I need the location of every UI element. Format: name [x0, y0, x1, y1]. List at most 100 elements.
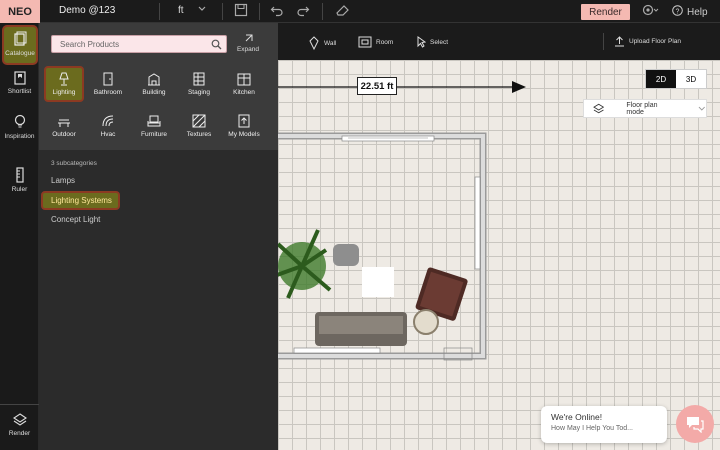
outdoor-icon	[58, 119, 70, 127]
shortlist-icon	[13, 71, 26, 85]
rail-label: Render	[8, 430, 31, 437]
help-icon: ?	[672, 5, 683, 19]
category-label: Outdoor	[52, 131, 76, 138]
lamp-icon	[59, 72, 69, 86]
subcategory-concept-light[interactable]: Concept Light	[51, 215, 100, 224]
rail-item-shortlist[interactable]: Shortlist	[0, 71, 39, 95]
measurement-label: 22.51 ft	[357, 77, 397, 95]
wall-icon	[309, 36, 319, 50]
category-textures[interactable]: Textures	[179, 110, 219, 146]
cursor-icon	[417, 36, 426, 48]
catalogue-panel: Search Products Expand Lighting Bathroom…	[39, 23, 278, 450]
view-toggle: 2D 3D	[645, 69, 707, 89]
rail-item-ruler[interactable]: Ruler	[0, 167, 39, 193]
select-tool[interactable]: Select	[416, 36, 448, 48]
category-kitchen[interactable]: Kitchen	[224, 68, 264, 104]
unit-select[interactable]: ft	[178, 5, 184, 16]
subcategory-count: 3 subcategories	[51, 160, 97, 167]
search-icon[interactable]	[211, 39, 222, 52]
chevron-down-icon[interactable]	[197, 4, 207, 16]
settings-icon[interactable]	[641, 3, 659, 19]
expand-button[interactable]: Expand	[236, 34, 260, 53]
project-name[interactable]: Demo @123	[59, 5, 115, 16]
divider	[322, 3, 323, 20]
subcategory-lamps[interactable]: Lamps	[51, 176, 75, 185]
category-label: Building	[142, 89, 166, 96]
rail-item-inspiration[interactable]: Inspiration	[0, 114, 39, 140]
wall-tool[interactable]: Wall	[308, 36, 336, 50]
expand-label: Expand	[236, 46, 260, 53]
chat-icon	[687, 417, 704, 433]
divider	[0, 404, 39, 405]
category-outdoor[interactable]: Outdoor	[44, 110, 84, 146]
catalogue-icon	[14, 31, 27, 46]
category-label: Textures	[186, 131, 212, 138]
rail-item-catalogue[interactable]: Catalogue	[2, 25, 38, 65]
category-furniture[interactable]: Furniture	[134, 110, 174, 146]
subcategory-lighting-systems[interactable]: Lighting Systems	[41, 191, 120, 210]
tool-label: Room	[376, 38, 394, 46]
render-button[interactable]: Render	[581, 4, 630, 20]
kitchen-icon	[237, 73, 251, 86]
expand-icon	[245, 34, 253, 42]
category-lighting[interactable]: Lighting	[44, 66, 84, 102]
rail-item-render[interactable]: Render	[0, 413, 39, 437]
redo-icon[interactable]	[296, 3, 312, 19]
floor-plan-mode-select[interactable]: Floor plan mode	[583, 99, 707, 118]
tool-label: Wall	[324, 39, 337, 47]
category-label: Lighting	[52, 89, 76, 96]
divider	[259, 3, 260, 20]
save-icon[interactable]	[234, 3, 250, 19]
building-icon	[148, 73, 160, 86]
chat-widget[interactable]: We're Online! How May I Help You Tod...	[541, 406, 667, 443]
category-label: My Models	[228, 131, 260, 138]
chat-subtitle: How May I Help You Tod...	[551, 425, 633, 432]
undo-icon[interactable]	[270, 3, 286, 19]
catalogue-header: Search Products Expand Lighting Bathroom…	[39, 23, 278, 150]
category-staging[interactable]: Staging	[179, 68, 219, 104]
category-label: Kitchen	[233, 89, 255, 96]
render-icon	[12, 413, 27, 426]
chat-button[interactable]	[676, 405, 714, 443]
view-3d-button[interactable]: 3D	[676, 70, 706, 88]
category-label: Bathroom	[93, 89, 123, 96]
tool-label: Upload Floor Plan	[629, 38, 682, 45]
hvac-icon	[102, 115, 114, 127]
view-2d-button[interactable]: 2D	[646, 70, 676, 88]
plant-icon	[278, 229, 332, 299]
layers-icon	[593, 103, 605, 113]
category-hvac[interactable]: Hvac	[88, 110, 128, 146]
upload-icon	[238, 114, 250, 128]
category-bathroom[interactable]: Bathroom	[88, 68, 128, 104]
eraser-icon[interactable]	[335, 3, 351, 19]
divider	[159, 3, 160, 20]
chevron-down-icon	[699, 106, 706, 111]
divider	[603, 33, 604, 50]
rail-label: Ruler	[11, 186, 28, 193]
arrow-right-icon	[512, 81, 526, 93]
tool-label: Select	[430, 38, 449, 46]
category-label: Hvac	[100, 131, 116, 138]
canvas-toolbar: Wall Room Select Upload Floor Plan	[278, 23, 720, 60]
ruler-icon	[15, 167, 24, 183]
category-building[interactable]: Building	[134, 68, 174, 104]
search-input[interactable]: Search Products	[51, 35, 227, 53]
floor-plan	[278, 81, 526, 361]
room-tool[interactable]: Room	[358, 36, 393, 48]
door-icon	[103, 72, 113, 86]
search-placeholder: Search Products	[60, 39, 120, 49]
bulb-icon	[14, 114, 25, 128]
floor-plan-canvas[interactable]	[278, 60, 720, 450]
mode-label: Floor plan mode	[626, 101, 658, 116]
chat-title: We're Online!	[551, 412, 603, 422]
category-label: Furniture	[140, 131, 167, 138]
rail-label: Shortlist	[7, 88, 32, 95]
upload-floor-plan-button[interactable]: Upload Floor Plan	[614, 36, 681, 47]
upload-icon	[615, 36, 624, 47]
top-bar: NEO Demo @123 ft Render ? Help	[0, 0, 720, 23]
help-link[interactable]: ? Help	[672, 5, 708, 19]
rail-label: Inspiration	[4, 133, 35, 140]
category-my-models[interactable]: My Models	[224, 110, 264, 146]
category-label: Staging	[187, 89, 211, 96]
divider	[222, 3, 223, 20]
